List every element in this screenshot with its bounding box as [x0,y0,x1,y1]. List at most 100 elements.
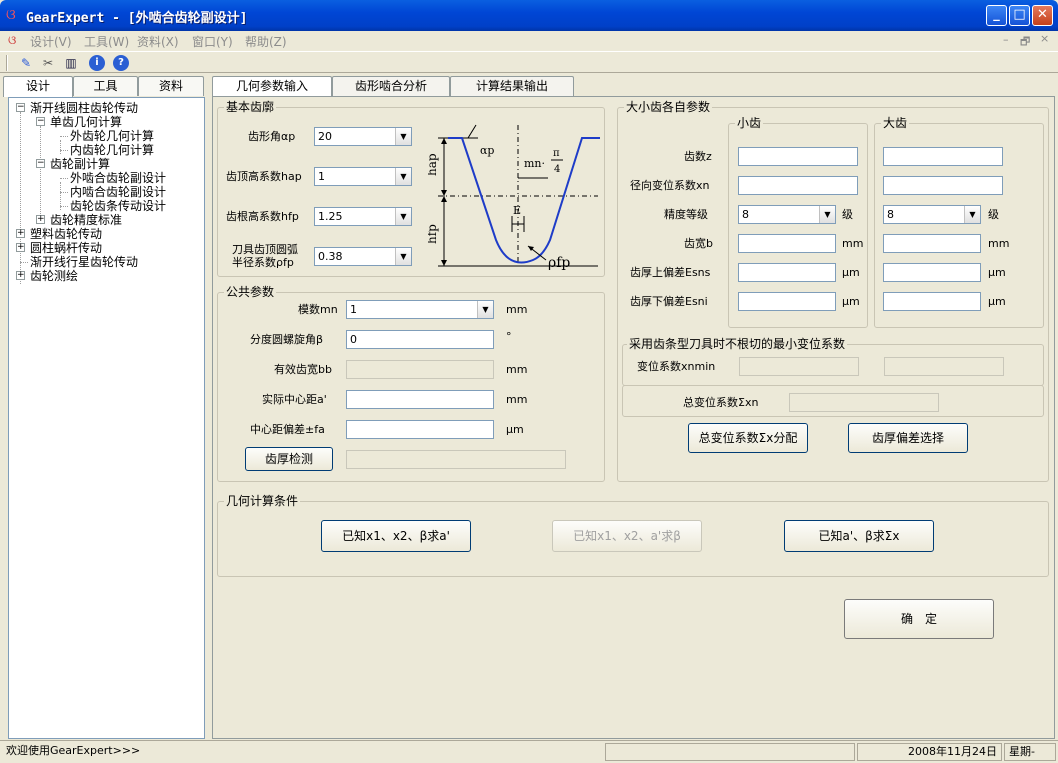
app-butterfly-icon: ଓ [6,7,16,23]
title-bar: ଓ GearExpert - [外啮合齿轮副设计] _ □ ✕ [0,0,1058,31]
large-teeth-input[interactable] [883,147,1003,166]
pressure-angle-select[interactable]: 20 ▼ [314,127,412,146]
tab-tools[interactable]: 工具 [73,76,138,96]
total-shift-output [789,393,939,412]
addendum-coef-select[interactable]: 1 ▼ [314,167,412,186]
chevron-down-icon: ▼ [395,168,411,185]
field-label: 总变位系数Σxn [683,396,759,409]
tree-item-internal-mesh-design[interactable]: 内啮合齿轮副设计 [70,185,166,199]
unit-label: μm [988,266,1006,279]
small-lower-dev-input[interactable] [738,292,836,311]
menu-tools[interactable]: 工具(W) [84,33,129,50]
chevron-down-icon: ▼ [395,128,411,145]
tree-item-worm-drive[interactable]: 圆柱蜗杆传动 [30,241,102,255]
field-label: 齿形角αp [248,130,296,143]
tab-geometry-input[interactable]: 几何参数输入 [212,76,332,98]
group-title: 基本齿廓 [224,100,277,114]
menu-help[interactable]: 帮助(Z) [245,33,287,50]
dedendum-coef-select[interactable]: 1.25 ▼ [314,207,412,226]
large-width-input[interactable] [883,234,981,253]
books-icon[interactable]: ▥ [63,55,79,71]
center-deviation-input[interactable] [346,420,494,439]
menu-window[interactable]: 窗口(Y) [192,33,233,50]
status-empty-cell [605,743,855,761]
unit-label: mm [506,393,528,406]
unit-label: μm [988,295,1006,308]
tree-item-internal-gear-geometry[interactable]: 内齿轮几何计算 [70,143,154,157]
mdi-close-button[interactable]: × [1040,32,1049,45]
shift-distribute-button[interactable]: 总变位系数Σx分配 [688,423,808,453]
tree-expand-toggle[interactable]: + [16,243,25,252]
edit-icon[interactable]: ✎ [18,55,34,71]
field-label: 中心距偏差±fa [250,423,325,436]
four-label: 4 [554,164,560,175]
tree-item-rack-drive-design[interactable]: 齿轮齿条传动设计 [70,199,166,213]
mdi-minimize-button[interactable]: – [1003,33,1009,46]
tree-collapse-toggle[interactable]: − [16,103,25,112]
chevron-down-icon: ▼ [395,208,411,225]
tree-collapse-toggle[interactable]: − [36,159,45,168]
menu-bar: ଓ 设计(V) 工具(W) 资料(X) 窗口(Y) 帮助(Z) – 🗗 × [0,31,1058,51]
field-label: 实际中心距a' [262,393,327,406]
tree-item-involute-cylindrical[interactable]: 渐开线圆柱齿轮传动 [30,101,138,115]
large-shift-input[interactable] [883,176,1003,195]
field-label: 分度圆螺旋角β [250,333,324,346]
info-icon[interactable]: i [89,55,105,71]
tab-design[interactable]: 设计 [3,76,73,97]
calc-sum-x-button[interactable]: 已知a'、β求Σx [784,520,934,552]
small-width-input[interactable] [738,234,836,253]
center-distance-input[interactable] [346,390,494,409]
minimize-button[interactable]: _ [986,5,1007,26]
tree-item-single-gear[interactable]: 单齿几何计算 [50,115,122,129]
calc-conditions-group: 几何计算条件 已知x1、x2、β求a' 已知x1、x2、a'求β 已知a'、β求… [217,494,1049,577]
tree-item-precision-standard[interactable]: 齿轮精度标准 [50,213,122,227]
tree-item-external-mesh-design[interactable]: 外啮合齿轮副设计 [70,171,166,185]
large-upper-dev-input[interactable] [883,263,981,282]
menu-design[interactable]: 设计(V) [30,33,72,50]
menu-materials[interactable]: 资料(X) [137,33,179,50]
mn-label: mn· [524,157,545,170]
select-value: 1 [350,303,357,316]
small-shift-input[interactable] [738,176,858,195]
tree-item-plastic-gear[interactable]: 塑料齿轮传动 [30,227,102,241]
unit-label: mm [842,237,864,250]
tab-result-output[interactable]: 计算结果输出 [450,76,574,97]
tree-item-gear-pair[interactable]: 齿轮副计算 [50,157,110,171]
small-precision-select[interactable]: 8 ▼ [738,205,836,224]
tree-expand-toggle[interactable]: + [16,271,25,280]
calc-beta-button[interactable]: 已知x1、x2、a'求β [552,520,702,552]
tree-expand-toggle[interactable]: + [36,215,45,224]
tree-item-gear-mapping[interactable]: 齿轮测绘 [30,269,78,283]
tree-collapse-toggle[interactable]: − [36,117,45,126]
calc-a-button[interactable]: 已知x1、x2、β求a' [321,520,471,552]
group-title: 大齿 [881,116,910,130]
maximize-button[interactable]: □ [1009,5,1030,26]
tree-item-external-gear-geometry[interactable]: 外齿轮几何计算 [70,129,154,143]
close-button[interactable]: ✕ [1032,5,1053,26]
small-teeth-input[interactable] [738,147,858,166]
thickness-dev-select-button[interactable]: 齿厚偏差选择 [848,423,968,453]
help-icon[interactable]: ? [113,55,129,71]
small-upper-dev-input[interactable] [738,263,836,282]
module-select[interactable]: 1 ▼ [346,300,494,319]
select-value: 8 [742,208,749,221]
ok-button[interactable]: 确 定 [844,599,994,639]
tip-radius-coef-select[interactable]: 0.38 ▼ [314,247,412,266]
tools-icon[interactable]: ✂ [40,55,56,71]
large-min-shift-output [884,357,1004,376]
mdi-restore-button[interactable]: 🗗 [1020,33,1030,52]
thickness-check-button[interactable]: 齿厚检测 [245,447,333,471]
helix-angle-input[interactable]: 0 [346,330,494,349]
tree-item-planetary[interactable]: 渐开线行星齿轮传动 [30,255,138,269]
small-min-shift-output [739,357,859,376]
doc-butterfly-icon: ଓ [8,33,17,47]
large-lower-dev-input[interactable] [883,292,981,311]
tab-materials[interactable]: 资料 [138,76,204,96]
field-label: 有效齿宽bb [274,363,332,376]
field-label: 齿数z [684,150,712,163]
effective-width-input [346,360,494,379]
unit-label: mm [506,303,528,316]
large-precision-select[interactable]: 8 ▼ [883,205,981,224]
tab-mesh-analysis[interactable]: 齿形啮合分析 [332,76,450,97]
tree-expand-toggle[interactable]: + [16,229,25,238]
